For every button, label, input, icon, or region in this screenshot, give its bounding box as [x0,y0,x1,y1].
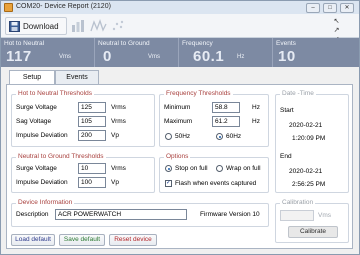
title-bar: COM20- Device Report (2120) – □ ✕ [1,1,359,14]
reset-device-button[interactable]: Reset device [109,234,157,246]
radio-50hz[interactable] [165,133,172,140]
stop-on-full-label: Stop on full [175,165,208,172]
meter-events: Events 10 [273,38,359,67]
unit-label: Vp [111,179,119,186]
description-label: Description [16,211,49,218]
calibrate-button[interactable]: Calibrate [288,226,338,238]
frequency-minimum-input[interactable]: 58.8 [212,102,240,113]
meter-value: 0 [103,48,112,65]
impulse-deviation-label: Impulse Deviation [16,179,68,186]
surge-voltage-label: Surge Voltage [16,104,57,111]
expand-icon[interactable]: ↖ ↗ ↙ ↘ [330,17,343,52]
radio-60hz[interactable] [216,133,223,140]
meter-unit: Vms [148,54,160,60]
maximize-button[interactable]: □ [323,3,337,13]
meter-neutral-ground: Neutral to Ground 0 Vms [95,38,179,67]
calibration-group: Calibration Vms Calibrate [275,199,349,243]
start-date: 2020-02-21 [289,122,323,129]
radio-wrap-on-full[interactable] [216,165,223,172]
radio-50hz-label: 50Hz [175,133,191,140]
group-title: Calibration [280,199,316,206]
group-title: Hot to Neutral Thresholds [16,90,94,97]
meter-hot-neutral: Hot to Neutral 117 Vms [1,38,95,67]
setup-panel: Hot to Neutral Thresholds Surge Voltage … [6,84,353,249]
flash-checkbox[interactable]: ✓ [165,180,172,187]
meter-label: Neutral to Ground [98,40,150,47]
ng-surge-voltage-input[interactable]: 10 [78,163,106,174]
description-input[interactable]: ACR POWERWATCH [55,209,187,220]
meter-value: 60.1 [193,48,225,65]
unit-label: Vrms [111,104,126,111]
group-title: Device Information [16,199,75,206]
group-title: Options [164,153,191,160]
ng-impulse-deviation-input[interactable]: 100 [78,177,106,188]
scatter-plot-icon[interactable] [111,19,125,33]
start-label: Start [280,107,294,114]
frequency-maximum-input[interactable]: 61.2 [212,116,240,127]
unit-label: Hz [252,118,260,125]
meter-frequency: Frequency 60.1 Hz [179,38,273,67]
meter-label: Events [276,40,296,47]
unit-label: Vp [111,132,119,139]
date-time-group: Date -Time Start 2020-02-21 1:20:09 PM E… [275,90,349,193]
save-disk-icon [9,20,20,32]
download-label: Download [23,21,59,31]
neutral-ground-thresholds-group: Neutral to Ground Thresholds Surge Volta… [11,153,155,193]
waveform-icon[interactable] [90,19,108,33]
tab-setup[interactable]: Setup [9,70,55,85]
app-icon [4,3,13,12]
hn-impulse-deviation-input[interactable]: 200 [78,130,106,141]
group-title: Frequency Thresholds [164,90,233,97]
firmware-version: Firmware Version 10 [200,211,260,218]
device-information-group: Device Information Description ACR POWER… [11,199,269,227]
wrap-on-full-label: Wrap on full [226,165,261,172]
maximum-label: Maximum [164,118,193,125]
meter-label: Hot to Neutral [4,40,45,47]
sag-voltage-label: Sag Voltage [16,118,52,125]
radio-60hz-label: 60Hz [226,133,242,140]
meter-strip: Hot to Neutral 117 Vms Neutral to Ground… [1,38,359,67]
impulse-deviation-label: Impulse Deviation [16,132,68,139]
device-report-window: COM20- Device Report (2120) – □ ✕ Downlo… [0,0,360,255]
download-button[interactable]: Download [5,17,67,35]
unit-label: Vrms [111,165,126,172]
end-date: 2020-02-21 [289,168,323,175]
radio-stop-on-full[interactable] [165,165,172,172]
start-time: 1:20:09 PM [292,135,326,142]
group-title: Neutral to Ground Thresholds [16,153,106,160]
hot-neutral-thresholds-group: Hot to Neutral Thresholds Surge Voltage … [11,90,155,147]
options-group: Options Stop on full Wrap on full ✓ Flas… [159,153,269,193]
tab-events[interactable]: Events [55,70,99,84]
unit-label: Hz [252,104,260,111]
close-button[interactable]: ✕ [340,3,354,13]
minimize-button[interactable]: – [306,3,320,13]
meter-label: Frequency [182,40,213,47]
calibration-input[interactable] [280,210,314,221]
bar-chart-icon[interactable] [71,19,87,33]
unit-label: Vrms [111,118,126,125]
meter-unit: Hz [237,54,245,60]
flash-label: Flash when events captured [175,180,257,187]
hn-sag-voltage-input[interactable]: 105 [78,116,106,127]
toolbar: Download ↖ ↗ ↙ ↘ [1,14,359,52]
frequency-thresholds-group: Frequency Thresholds Minimum 58.8 Hz Max… [159,90,269,147]
save-default-button[interactable]: Save default [59,234,105,246]
end-label: End [280,153,292,160]
meter-value: 117 [6,48,32,65]
meter-value: 10 [278,48,296,65]
minimum-label: Minimum [164,104,191,111]
surge-voltage-label: Surge Voltage [16,165,57,172]
end-time: 2:56:25 PM [292,181,326,188]
load-default-button[interactable]: Load default [11,234,55,246]
window-title: COM20- Device Report (2120) [16,3,111,10]
meter-unit: Vms [59,54,71,60]
calibration-unit: Vms [318,212,331,219]
group-title: Date -Time [280,90,316,97]
hn-surge-voltage-input[interactable]: 125 [78,102,106,113]
